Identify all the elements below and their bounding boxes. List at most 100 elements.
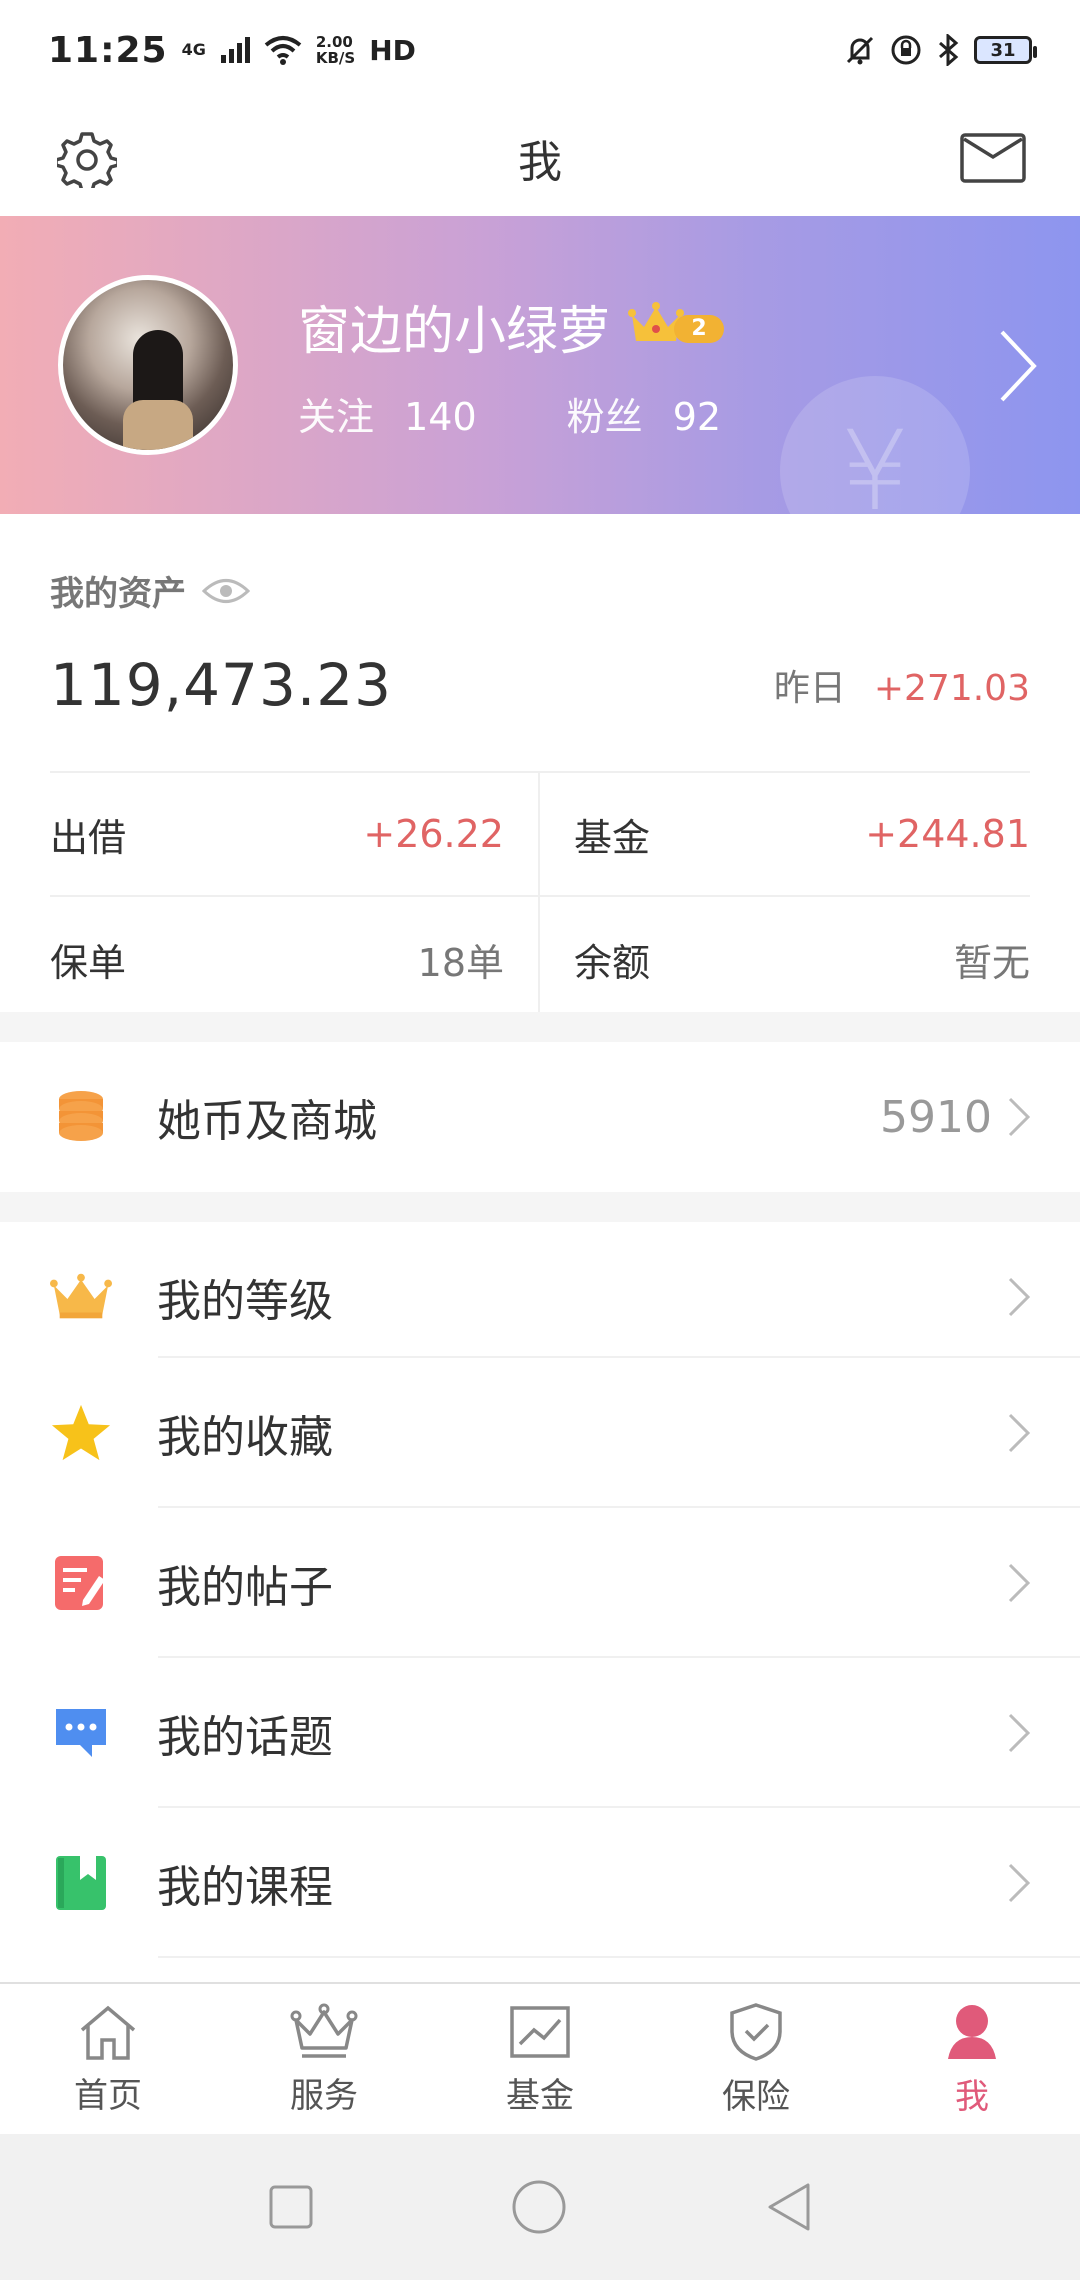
nav-label: 服务: [290, 2075, 358, 2116]
fans-label: 粉丝: [566, 395, 643, 439]
coin-balance: 5910: [880, 1091, 992, 1143]
asset-value: 暂无: [953, 940, 1030, 985]
chat-bubble-icon: [56, 1709, 106, 1757]
menu-icon-wrap: [50, 1266, 112, 1328]
follow-stat[interactable]: 关注 140: [298, 386, 477, 441]
asset-value: 18单: [417, 940, 504, 985]
fans-count: 92: [672, 395, 722, 439]
menu-item-posts[interactable]: 我的帖子: [0, 1508, 1080, 1658]
bottom-nav: 首页 服务 基金 保险 我: [0, 1982, 1080, 2134]
nav-home[interactable]: 首页: [0, 1984, 216, 2134]
yesterday-label: 昨日: [773, 668, 846, 709]
page-title: 我: [518, 137, 562, 188]
menu-icon-wrap: [50, 1402, 112, 1464]
asset-name: 出借: [50, 815, 127, 860]
chevron-right-icon: [1008, 1277, 1031, 1317]
status-right: 31: [844, 34, 1037, 66]
network-speed: 2.00 KB/S: [316, 34, 355, 66]
asset-lending[interactable]: 出借 +26.22: [50, 773, 540, 897]
system-nav-bar: [0, 2134, 1080, 2280]
trend-chart-icon: [510, 2005, 570, 2058]
nav-fund[interactable]: 基金: [432, 1984, 648, 2134]
profile-banner[interactable]: ¥ 窗边的小绿萝 2 关注 140 粉丝 92: [0, 216, 1080, 514]
section-gap: [0, 1192, 1080, 1222]
menu-item-topics[interactable]: 我的话题: [0, 1658, 1080, 1808]
assets-header: 我的资产: [50, 566, 1030, 615]
level-badge: 2: [628, 301, 726, 353]
menu-icon-wrap: [50, 1552, 112, 1614]
nav-me[interactable]: 我: [864, 1984, 1080, 2134]
asset-name: 基金: [574, 815, 651, 860]
crown-outline-icon: [290, 2003, 358, 2058]
network-speed-unit: KB/S: [315, 49, 356, 67]
menu-label: 我的帖子: [157, 1562, 333, 1613]
user-name: 窗边的小绿萝: [298, 302, 611, 362]
battery-level: 31: [990, 39, 1016, 61]
menu-label: 我的收藏: [157, 1412, 333, 1463]
gear-icon: [57, 132, 117, 188]
menu-item-courses[interactable]: 我的课程: [0, 1808, 1080, 1958]
person-icon: [948, 2004, 996, 2059]
menu-item-favorites[interactable]: 我的收藏: [0, 1358, 1080, 1508]
wifi-icon: [264, 36, 302, 65]
nav-insurance[interactable]: 保险: [648, 1984, 864, 2134]
menu-label: 我的等级: [157, 1276, 333, 1327]
nav-label: 首页: [74, 2075, 142, 2116]
assets-section: 我的资产 119,473.23 昨日 +271.03 出借 +26.22 基金 +…: [0, 514, 1080, 1021]
coin-mall-row[interactable]: 她币及商城 5910: [0, 1042, 1080, 1192]
asset-value: +26.22: [363, 812, 504, 856]
messages-button[interactable]: [958, 123, 1028, 193]
top-bar: 我: [0, 100, 1080, 216]
battery-indicator: 31: [974, 36, 1037, 64]
home-icon: [80, 2005, 136, 2060]
menu-label: 我的话题: [157, 1712, 333, 1763]
nav-label: 保险: [722, 2076, 790, 2117]
menu-item-level[interactable]: 我的等级: [0, 1222, 1080, 1372]
asset-value: +244.81: [865, 812, 1030, 856]
crown-icon: [50, 1273, 112, 1319]
rotation-lock-icon: [891, 35, 921, 65]
yesterday-change: 昨日 +271.03: [774, 659, 1030, 711]
nav-label: 基金: [506, 2075, 574, 2116]
network-type: 4G: [181, 40, 206, 59]
edit-note-icon: [55, 1556, 105, 1610]
chevron-right-icon: [1008, 1713, 1031, 1753]
follow-count: 140: [404, 395, 477, 439]
recent-apps-icon[interactable]: [268, 2184, 314, 2230]
asset-grid: 出借 +26.22 基金 +244.81 保单 18单 余额 暂无: [50, 771, 1030, 1021]
assets-label: 我的资产: [50, 574, 186, 614]
book-icon: [56, 1856, 106, 1910]
yesterday-value: +271.03: [873, 668, 1030, 709]
fans-stat[interactable]: 粉丝 92: [567, 386, 721, 441]
bluetooth-icon: [939, 34, 959, 66]
nav-services[interactable]: 服务: [216, 1984, 432, 2134]
asset-fund[interactable]: 基金 +244.81: [540, 773, 1030, 897]
avatar[interactable]: [58, 275, 238, 455]
chevron-right-icon: [1000, 330, 1037, 402]
menu-icon-wrap: [50, 1702, 112, 1764]
profile-info: 窗边的小绿萝 2 关注 140 粉丝 92: [298, 289, 726, 441]
home-circle-icon[interactable]: [511, 2179, 567, 2235]
bell-muted-icon: [846, 36, 874, 65]
follow-label: 关注: [298, 395, 375, 439]
asset-balance[interactable]: 余额 暂无: [540, 897, 1030, 1021]
mail-icon: [960, 133, 1026, 183]
status-bar: 11:25 4G 2.00 KB/S HD 31: [0, 0, 1080, 100]
chevron-right-icon: [1008, 1863, 1031, 1903]
signal-icon: [220, 37, 250, 63]
chevron-right-icon: [1008, 1413, 1031, 1453]
chevron-right-icon: [1008, 1097, 1031, 1137]
asset-policy[interactable]: 保单 18单: [50, 897, 540, 1021]
yuan-watermark: ¥: [780, 376, 970, 514]
assets-total-row: 119,473.23 昨日 +271.03: [50, 651, 1030, 719]
user-name-row: 窗边的小绿萝 2: [298, 289, 726, 364]
hd-indicator: HD: [369, 33, 416, 67]
eye-icon[interactable]: [202, 576, 250, 606]
status-left: 11:25 4G 2.00 KB/S HD: [48, 30, 416, 71]
chevron-right-icon: [1008, 1563, 1031, 1603]
follow-row: 关注 140 粉丝 92: [298, 386, 726, 441]
asset-name: 余额: [574, 940, 651, 985]
coin-mall-label: 她币及商城: [157, 1096, 377, 1147]
settings-button[interactable]: [52, 123, 122, 193]
back-triangle-icon[interactable]: [764, 2181, 812, 2233]
